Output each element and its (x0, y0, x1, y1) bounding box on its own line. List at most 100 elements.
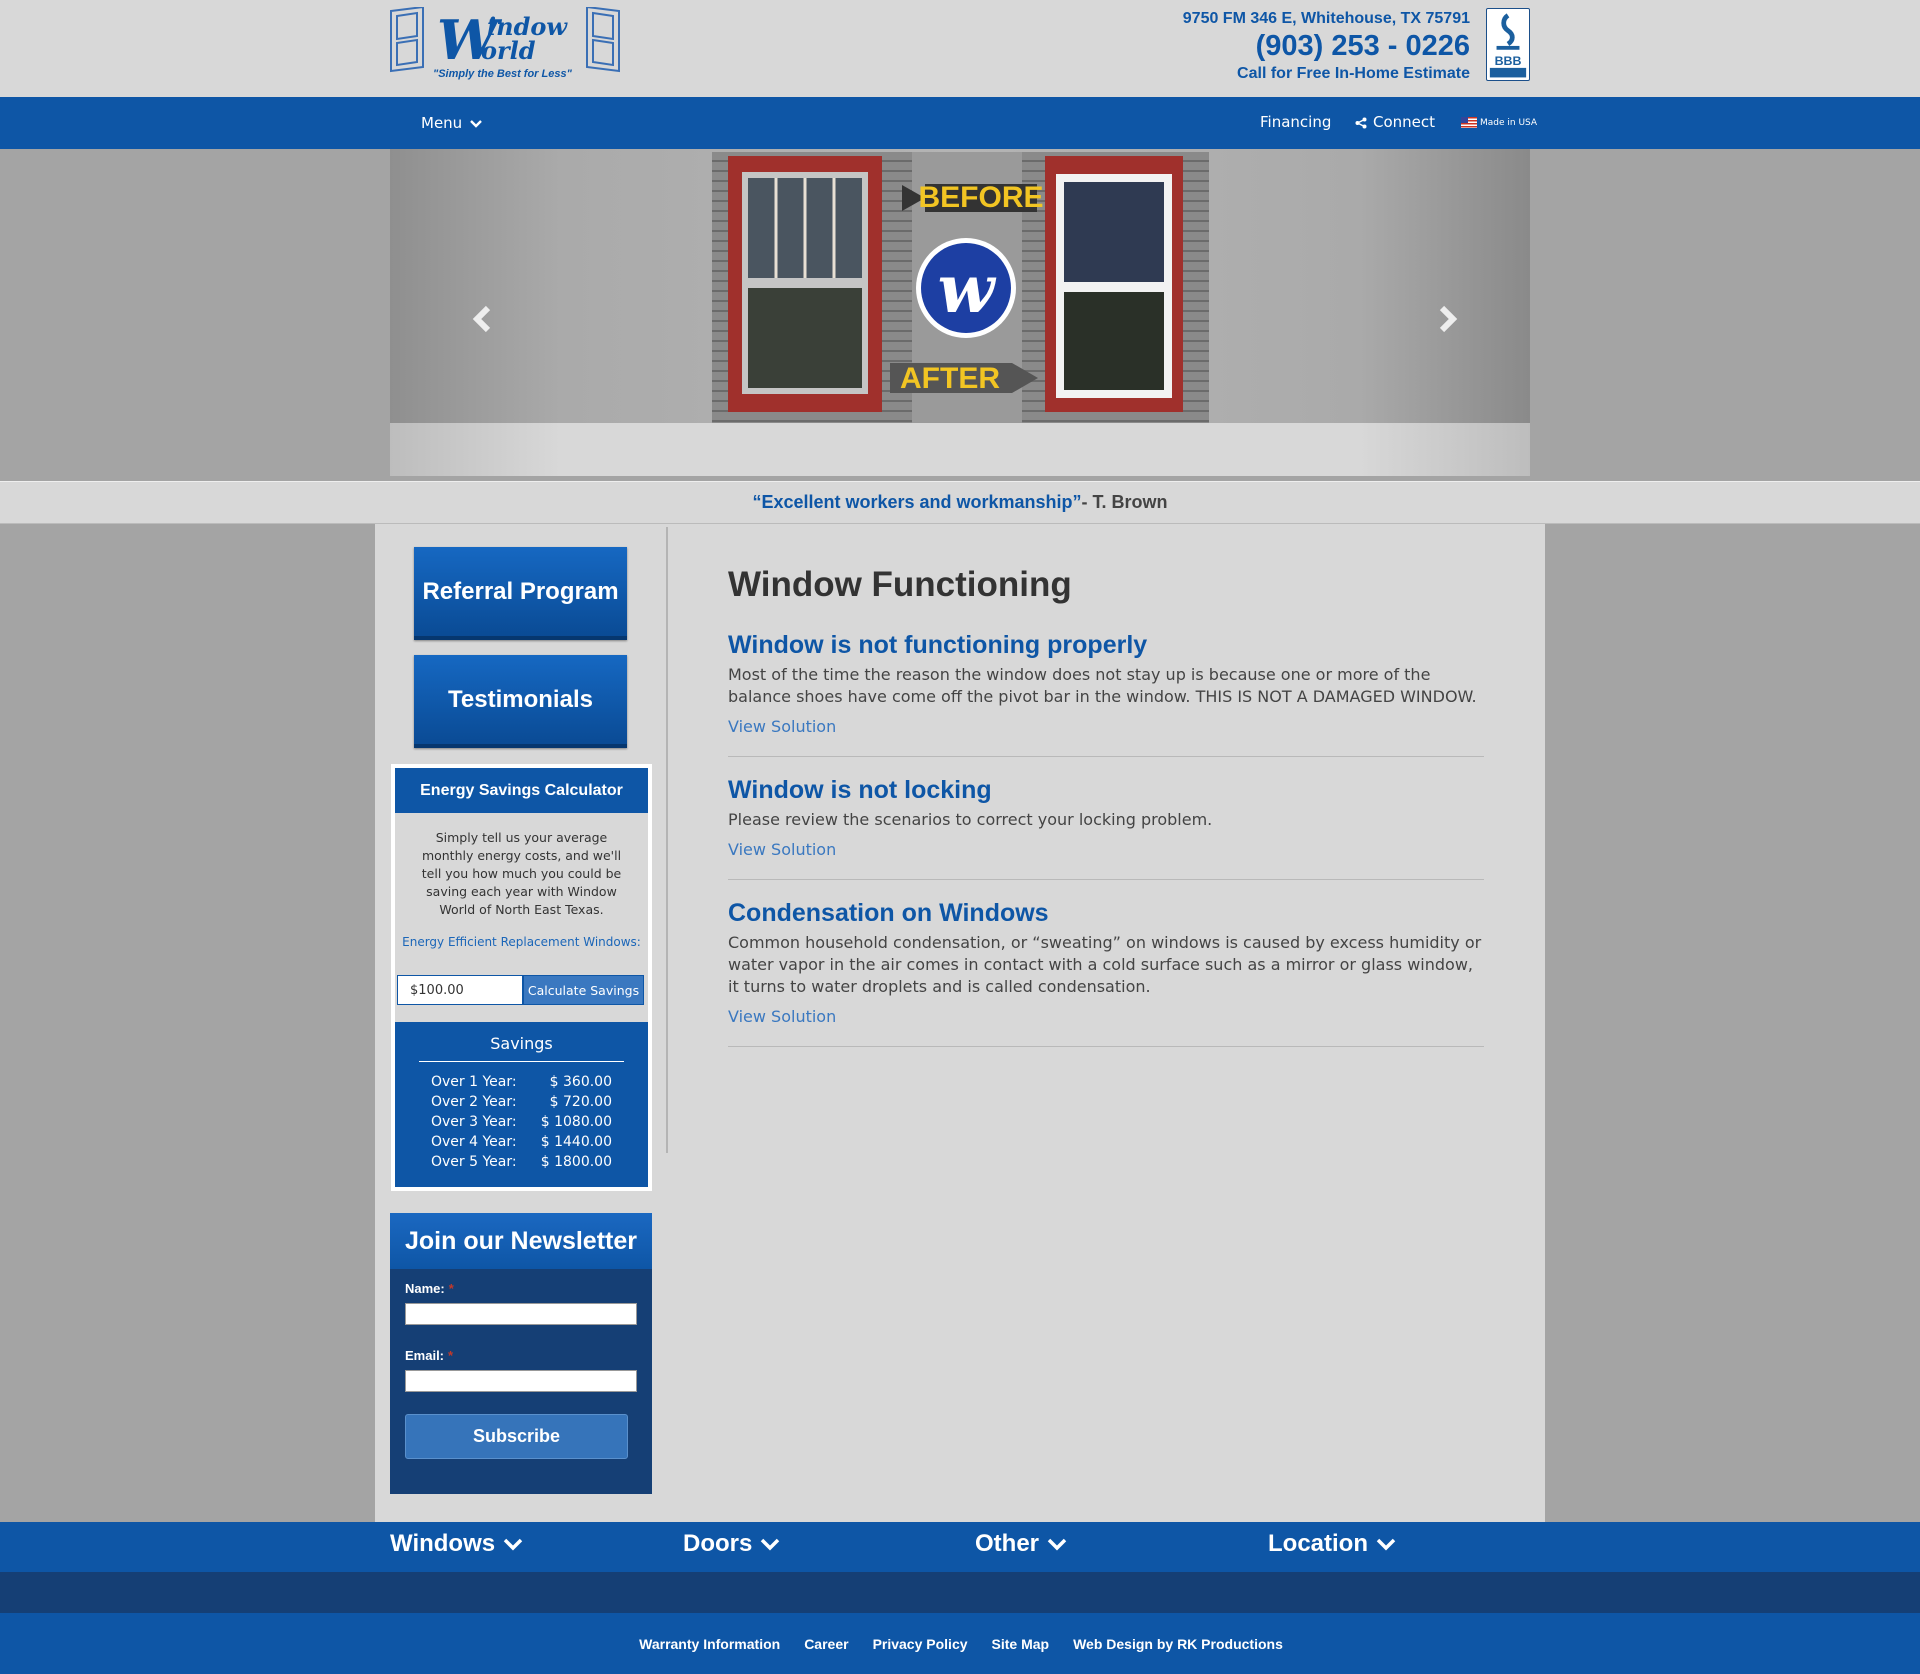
menu-toggle[interactable]: Menu (421, 114, 482, 132)
savings-row-label: Over 3 Year: (431, 1114, 517, 1130)
faq-item: Window is not functioning properly Most … (728, 630, 1484, 757)
footer-spacer (0, 1572, 1920, 1613)
phone-number[interactable]: (903) 253 - 0226 (1183, 29, 1470, 63)
savings-row-label: Over 4 Year: (431, 1134, 517, 1150)
subscribe-button[interactable]: Subscribe (405, 1414, 628, 1459)
share-icon (1355, 117, 1367, 128)
address: 9750 FM 346 E, Whitehouse, TX 75791 (1182, 10, 1470, 27)
svg-text:BEFORE: BEFORE (918, 181, 1043, 214)
footer-link-sitemap[interactable]: Site Map (992, 1636, 1050, 1652)
menu-label: Menu (421, 114, 463, 132)
savings-row: Over 2 Year: $ 720.00 (395, 1092, 648, 1112)
svg-text:AFTER: AFTER (900, 362, 1000, 395)
faq-body: Most of the time the reason the window d… (728, 665, 1477, 706)
chevron-down-icon (761, 1538, 780, 1551)
window-world-logo[interactable]: W indow orld "Simply the Best for Less" (389, 7, 621, 83)
savings-row-value: $ 1800.00 (540, 1154, 612, 1170)
calculator-field-label: Energy Efficient Replacement Windows: (402, 935, 641, 949)
nav-financing[interactable]: Financing (1260, 113, 1331, 131)
monthly-cost-input[interactable] (397, 975, 523, 1005)
slider-prev-arrow-icon[interactable] (468, 304, 498, 334)
svg-text:orld: orld (481, 36, 536, 65)
footer-link-career[interactable]: Career (804, 1636, 848, 1652)
footer-nav-label: Location (1268, 1530, 1368, 1557)
savings-row: Over 3 Year: $ 1080.00 (395, 1112, 648, 1132)
slider-next-arrow-icon[interactable] (1432, 304, 1462, 334)
savings-row: Over 4 Year: $ 1440.00 (395, 1132, 648, 1152)
view-solution-link[interactable]: View Solution (728, 716, 1484, 738)
name-label: Name: * (405, 1281, 454, 1296)
view-solution-link[interactable]: View Solution (728, 839, 1484, 861)
faq-item: Condensation on Windows Common household… (728, 898, 1484, 1047)
slider-caption-area (390, 423, 1530, 476)
footer-nav-label: Other (975, 1530, 1040, 1557)
site-header: W indow orld "Simply the Best for Less" … (0, 0, 1920, 97)
newsletter-email-input[interactable] (405, 1370, 637, 1392)
savings-row-label: Over 1 Year: (431, 1074, 517, 1090)
savings-divider (419, 1061, 624, 1062)
us-flag-icon (1461, 117, 1477, 128)
faq-body: Common household condensation, or “sweat… (728, 933, 1482, 996)
newsletter-signup: Join our Newsletter Name: * Email: * Subsc… (390, 1213, 652, 1494)
faq-heading: Window is not locking (728, 776, 992, 804)
footer-nav-windows[interactable]: Windows (390, 1530, 523, 1558)
faq-heading: Condensation on Windows (728, 899, 1049, 927)
referral-program-button[interactable]: Referral Program (414, 547, 627, 640)
calculator-description: Simply tell us your average monthly ener… (421, 830, 622, 917)
page-title: Window Functioning (728, 565, 1072, 604)
before-after-image: BEFORE AFTER w (712, 152, 1209, 423)
made-in-usa: Made in USA (1461, 117, 1537, 128)
savings-title: Savings (490, 1034, 553, 1053)
footer-link-privacy[interactable]: Privacy Policy (873, 1636, 968, 1652)
chevron-down-icon (470, 119, 482, 128)
main-container: Referral Program Testimonials Energy Sav… (375, 524, 1545, 1522)
bbb-badge[interactable]: BBB (1486, 8, 1530, 81)
newsletter-title: Join our Newsletter (390, 1213, 652, 1269)
calculate-savings-button[interactable]: Calculate Savings (523, 975, 644, 1005)
calculator-title: Energy Savings Calculator (395, 768, 648, 813)
footer-links: Warranty Information Career Privacy Poli… (0, 1613, 1920, 1674)
savings-row: Over 5 Year: $ 1800.00 (395, 1152, 648, 1172)
svg-text:w: w (938, 250, 997, 328)
savings-row: Over 1 Year: $ 360.00 (395, 1072, 648, 1092)
faq-body: Please review the scenarios to correct y… (728, 810, 1213, 829)
nav-connect[interactable]: Connect (1355, 113, 1435, 131)
main-nav: Menu Financing Connect Made in USA (0, 97, 1920, 149)
testimonials-button[interactable]: Testimonials (414, 655, 627, 748)
contact-info: 9750 FM 346 E, Whitehouse, TX 75791 (903… (1183, 9, 1470, 85)
footer-nav-doors[interactable]: Doors (683, 1530, 780, 1558)
testimonial-bar: “Excellent workers and workmanship”- T. … (0, 481, 1920, 524)
savings-row-value: $ 1440.00 (540, 1134, 612, 1150)
faq-item: Window is not locking Please review the … (728, 775, 1484, 880)
newsletter-name-input[interactable] (405, 1303, 637, 1325)
savings-panel: Savings Over 1 Year: $ 360.00 Over 2 Year… (395, 1022, 648, 1187)
footer-nav-location[interactable]: Location (1268, 1530, 1396, 1558)
savings-row-value: $ 1080.00 (540, 1114, 612, 1130)
footer-nav-other[interactable]: Other (975, 1530, 1067, 1558)
estimate-cta: Call for Free In-Home Estimate (1237, 65, 1470, 82)
connect-label: Connect (1373, 113, 1436, 131)
energy-savings-calculator: Energy Savings Calculator Simply tell us… (391, 764, 652, 1191)
savings-row-label: Over 2 Year: (431, 1094, 517, 1110)
chevron-down-icon (503, 1538, 523, 1551)
footer-nav: Windows Doors Other Location (0, 1522, 1920, 1572)
hero-slider: BEFORE AFTER w (390, 149, 1530, 423)
testimonial-author: - T. Brown (1081, 492, 1168, 512)
footer-link-warranty[interactable]: Warranty Information (639, 1636, 780, 1652)
article-content: Window Functioning Window is not functio… (728, 564, 1484, 1047)
required-marker: * (448, 1348, 454, 1363)
required-marker: * (448, 1281, 454, 1296)
footer-nav-label: Windows (390, 1530, 496, 1557)
logo-tagline: "Simply the Best for Less" (433, 68, 573, 80)
svg-text:BBB: BBB (1495, 54, 1522, 68)
email-label: Email: * (405, 1348, 454, 1363)
sidebar-divider (666, 527, 668, 1153)
footer-link-web-design[interactable]: Web Design by RK Productions (1073, 1636, 1283, 1652)
made-in-usa-label: Made in USA (1480, 117, 1538, 128)
footer-nav-label: Doors (683, 1530, 753, 1557)
savings-row-value: $ 360.00 (549, 1074, 612, 1090)
view-solution-link[interactable]: View Solution (728, 1006, 1484, 1028)
savings-row-value: $ 720.00 (549, 1094, 612, 1110)
testimonial-quote: “Excellent workers and workmanship” (752, 492, 1082, 512)
faq-heading: Window is not functioning properly (728, 631, 1148, 659)
